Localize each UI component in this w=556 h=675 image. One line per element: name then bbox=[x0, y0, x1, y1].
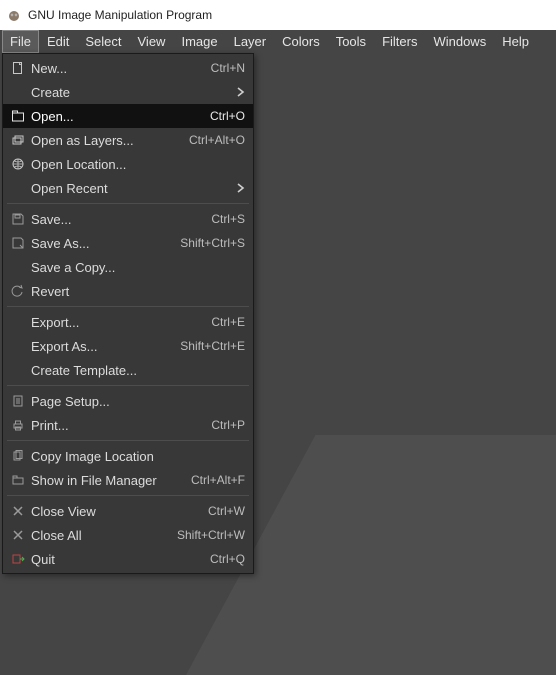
submenu-arrow-icon bbox=[237, 183, 245, 193]
file-menu-save-copy[interactable]: Save a Copy... bbox=[3, 255, 253, 279]
file-menu-open-location[interactable]: Open Location... bbox=[3, 152, 253, 176]
file-menu-close-view[interactable]: Close View Ctrl+W bbox=[3, 499, 253, 523]
page-icon bbox=[9, 393, 27, 409]
menuitem-accel: Ctrl+P bbox=[201, 418, 245, 432]
menuitem-label: Export As... bbox=[27, 339, 170, 354]
menu-tools[interactable]: Tools bbox=[328, 30, 374, 53]
file-menu-export[interactable]: Export... Ctrl+E bbox=[3, 310, 253, 334]
blank-icon bbox=[9, 259, 27, 275]
file-menu-create[interactable]: Create bbox=[3, 80, 253, 104]
file-menu-create-template[interactable]: Create Template... bbox=[3, 358, 253, 382]
file-menu-close-all[interactable]: Close All Shift+Ctrl+W bbox=[3, 523, 253, 547]
blank-icon bbox=[9, 84, 27, 100]
titlebar: GNU Image Manipulation Program bbox=[0, 0, 556, 30]
quit-icon bbox=[9, 551, 27, 567]
menuitem-label: Copy Image Location bbox=[27, 449, 245, 464]
file-menu-save[interactable]: Save... Ctrl+S bbox=[3, 207, 253, 231]
menubar: File Edit Select View Image Layer Colors… bbox=[0, 30, 556, 53]
blank-icon bbox=[9, 338, 27, 354]
menuitem-label: Show in File Manager bbox=[27, 473, 181, 488]
globe-icon bbox=[9, 156, 27, 172]
close-icon bbox=[9, 503, 27, 519]
menu-separator bbox=[7, 495, 249, 496]
copy-icon bbox=[9, 448, 27, 464]
open-icon bbox=[9, 108, 27, 124]
file-menu-open[interactable]: Open... Ctrl+O bbox=[3, 104, 253, 128]
menu-layer[interactable]: Layer bbox=[226, 30, 275, 53]
menu-windows[interactable]: Windows bbox=[425, 30, 494, 53]
file-menu-open-as-layers[interactable]: Open as Layers... Ctrl+Alt+O bbox=[3, 128, 253, 152]
app-icon bbox=[6, 7, 22, 23]
menuitem-accel: Shift+Ctrl+E bbox=[170, 339, 245, 353]
menuitem-accel: Ctrl+S bbox=[201, 212, 245, 226]
menu-select[interactable]: Select bbox=[77, 30, 129, 53]
file-menu-page-setup[interactable]: Page Setup... bbox=[3, 389, 253, 413]
menuitem-accel: Ctrl+W bbox=[198, 504, 245, 518]
menuitem-accel: Ctrl+O bbox=[200, 109, 245, 123]
folder-icon bbox=[9, 472, 27, 488]
menuitem-label: Open... bbox=[27, 109, 200, 124]
menu-image[interactable]: Image bbox=[173, 30, 225, 53]
file-menu-export-as[interactable]: Export As... Shift+Ctrl+E bbox=[3, 334, 253, 358]
menuitem-label: Quit bbox=[27, 552, 200, 567]
blank-icon bbox=[9, 314, 27, 330]
menu-separator bbox=[7, 385, 249, 386]
save-as-icon bbox=[9, 235, 27, 251]
menuitem-accel: Shift+Ctrl+S bbox=[170, 236, 245, 250]
menuitem-label: New... bbox=[27, 61, 201, 76]
menuitem-label: Open Recent bbox=[27, 181, 237, 196]
menuitem-label: Close View bbox=[27, 504, 198, 519]
menuitem-label: Save a Copy... bbox=[27, 260, 245, 275]
file-menu-print[interactable]: Print... Ctrl+P bbox=[3, 413, 253, 437]
menuitem-label: Print... bbox=[27, 418, 201, 433]
menu-edit[interactable]: Edit bbox=[39, 30, 77, 53]
blank-icon bbox=[9, 362, 27, 378]
menuitem-label: Open Location... bbox=[27, 157, 245, 172]
print-icon bbox=[9, 417, 27, 433]
menuitem-label: Create bbox=[27, 85, 237, 100]
file-menu-save-as[interactable]: Save As... Shift+Ctrl+S bbox=[3, 231, 253, 255]
file-menu-copy-image-location[interactable]: Copy Image Location bbox=[3, 444, 253, 468]
menu-file[interactable]: File bbox=[2, 30, 39, 53]
close-all-icon bbox=[9, 527, 27, 543]
menu-separator bbox=[7, 440, 249, 441]
menuitem-accel: Ctrl+Alt+F bbox=[181, 473, 245, 487]
window-title: GNU Image Manipulation Program bbox=[28, 8, 212, 22]
save-icon bbox=[9, 211, 27, 227]
menuitem-label: Open as Layers... bbox=[27, 133, 179, 148]
menuitem-accel: Shift+Ctrl+W bbox=[167, 528, 245, 542]
file-menu-open-recent[interactable]: Open Recent bbox=[3, 176, 253, 200]
menu-view[interactable]: View bbox=[130, 30, 174, 53]
menu-filters[interactable]: Filters bbox=[374, 30, 425, 53]
menu-separator bbox=[7, 306, 249, 307]
file-menu-new[interactable]: New... Ctrl+N bbox=[3, 56, 253, 80]
blank-icon bbox=[9, 180, 27, 196]
menuitem-label: Save As... bbox=[27, 236, 170, 251]
menuitem-label: Export... bbox=[27, 315, 201, 330]
menuitem-label: Create Template... bbox=[27, 363, 245, 378]
file-menu-revert[interactable]: Revert bbox=[3, 279, 253, 303]
menuitem-accel: Ctrl+N bbox=[201, 61, 245, 75]
menuitem-accel: Ctrl+Q bbox=[200, 552, 245, 566]
menuitem-label: Page Setup... bbox=[27, 394, 245, 409]
revert-icon bbox=[9, 283, 27, 299]
layers-icon bbox=[9, 132, 27, 148]
menu-separator bbox=[7, 203, 249, 204]
menuitem-label: Save... bbox=[27, 212, 201, 227]
new-icon bbox=[9, 60, 27, 76]
menuitem-accel: Ctrl+Alt+O bbox=[179, 133, 245, 147]
file-menu-quit[interactable]: Quit Ctrl+Q bbox=[3, 547, 253, 571]
submenu-arrow-icon bbox=[237, 87, 245, 97]
menuitem-accel: Ctrl+E bbox=[201, 315, 245, 329]
file-menu-show-in-file-manager[interactable]: Show in File Manager Ctrl+Alt+F bbox=[3, 468, 253, 492]
menuitem-label: Close All bbox=[27, 528, 167, 543]
file-dropdown: New... Ctrl+N Create Open... Ctrl+O Open… bbox=[2, 53, 254, 574]
menu-colors[interactable]: Colors bbox=[274, 30, 328, 53]
menuitem-label: Revert bbox=[27, 284, 245, 299]
menu-help[interactable]: Help bbox=[494, 30, 537, 53]
